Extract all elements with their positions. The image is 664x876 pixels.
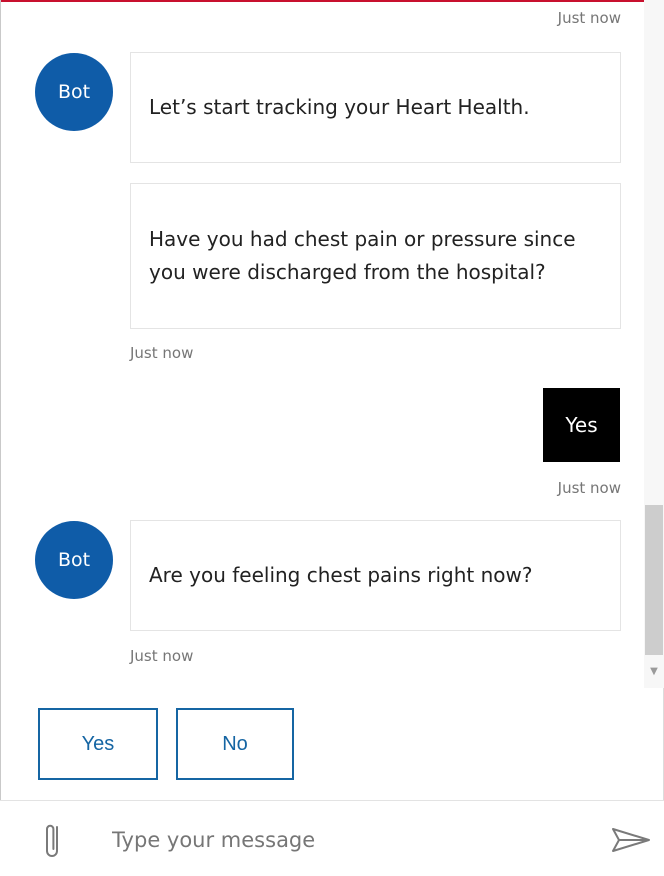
- bot-message-bubble: Let’s start tracking your Heart Health.: [130, 52, 621, 163]
- bot-avatar: Bot: [35, 521, 113, 599]
- message-timestamp: Just now: [557, 479, 621, 497]
- bot-message-bubble: Have you had chest pain or pressure sinc…: [130, 183, 621, 329]
- user-message-text: Yes: [565, 413, 598, 437]
- paperclip-icon[interactable]: [38, 820, 66, 862]
- bot-avatar: Bot: [35, 53, 113, 131]
- bot-message-bubble: Are you feeling chest pains right now?: [130, 520, 621, 631]
- user-message-bubble: Yes: [543, 388, 620, 462]
- suggested-action-yes-button[interactable]: Yes: [38, 708, 158, 780]
- suggested-action-no-button[interactable]: No: [176, 708, 294, 780]
- bot-message-text: Are you feeling chest pains right now?: [149, 563, 533, 587]
- top-accent-bar: [0, 0, 664, 2]
- bot-message-text: Have you had chest pain or pressure sinc…: [149, 227, 576, 284]
- send-icon[interactable]: [610, 825, 652, 855]
- message-timestamp: Just now: [130, 344, 194, 362]
- message-timestamp: Just now: [130, 647, 194, 665]
- scroll-down-arrow-icon[interactable]: ▼: [648, 666, 660, 678]
- message-timestamp: Just now: [557, 9, 621, 27]
- left-border: [0, 0, 1, 876]
- scrollbar-thumb[interactable]: [645, 505, 663, 655]
- bot-message-text: Let’s start tracking your Heart Health.: [149, 95, 530, 119]
- message-input[interactable]: [112, 818, 582, 862]
